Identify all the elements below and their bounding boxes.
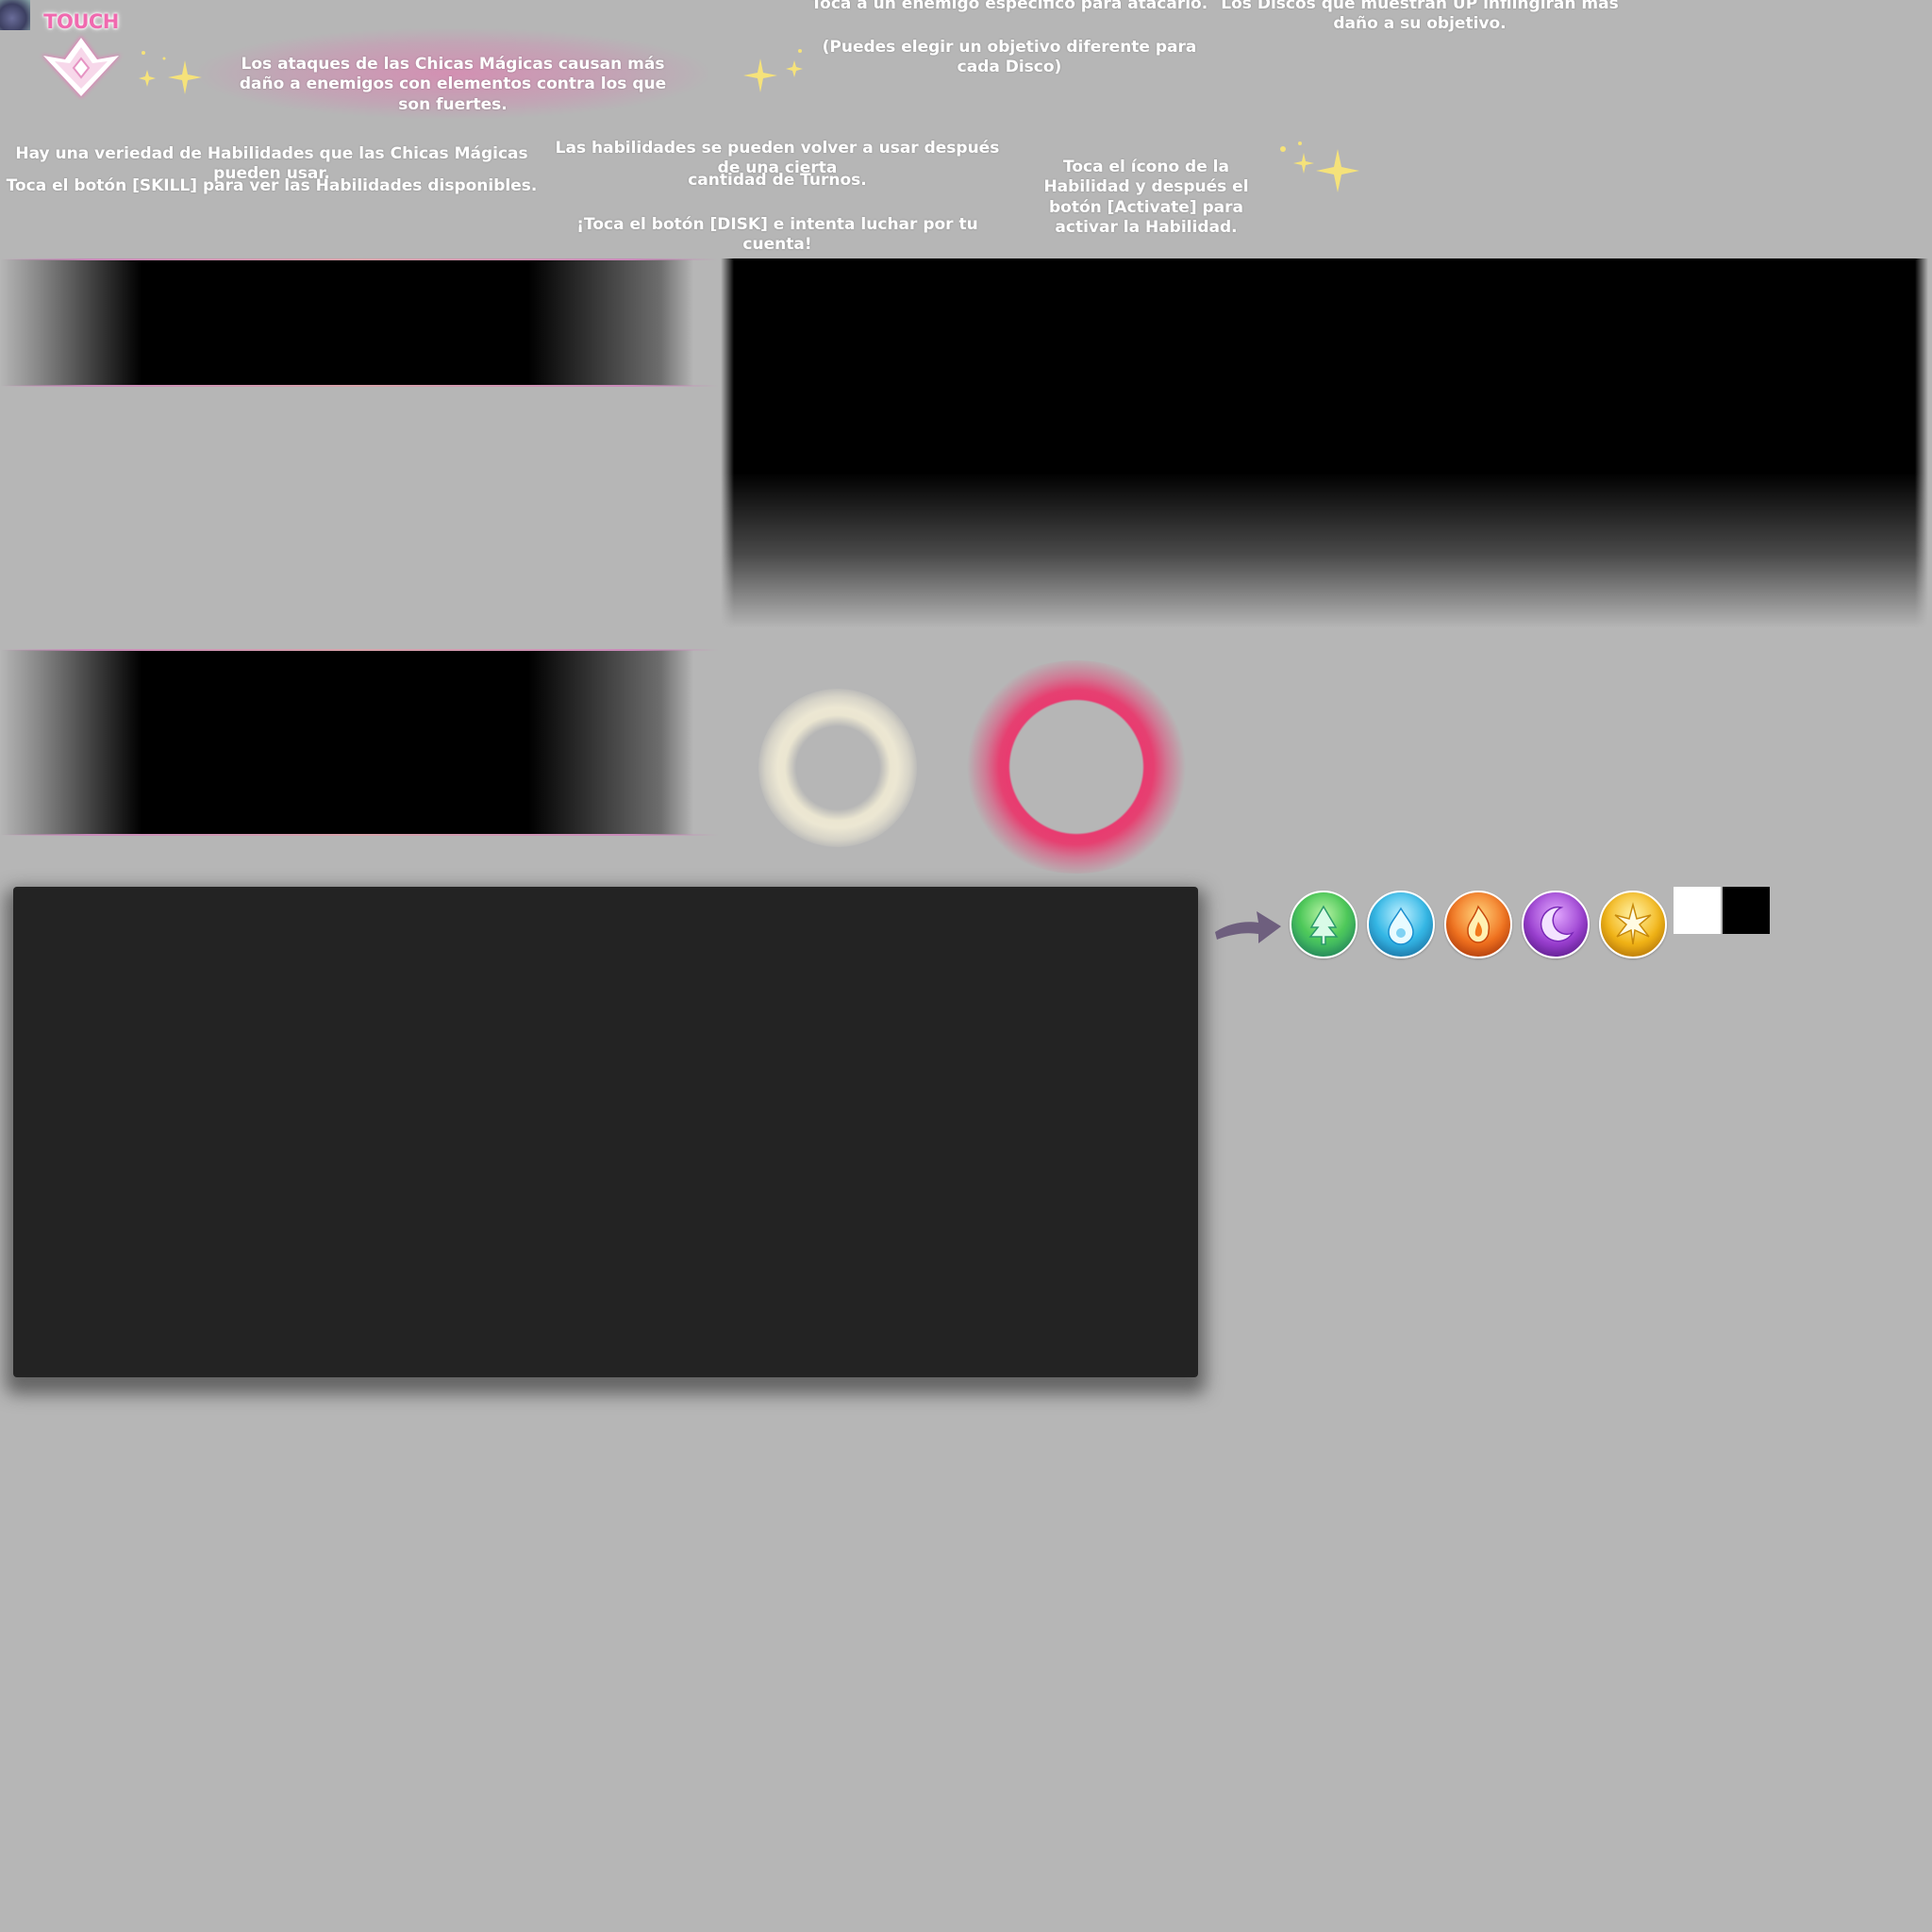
tip-skills-cooldown-2: cantidad de Turnos. [688,171,867,190]
tip-element-damage: Los ataques de las Chicas Mágicas causan… [239,55,667,114]
overlay-panel-edge [721,258,1928,628]
message-bar-top [0,258,719,387]
sparkle-icon [743,49,803,92]
sparkle-icon [1280,142,1359,192]
arrow-right-icon [1215,911,1281,943]
tip-disc-up: Los Discos que muestran UP inflingirán m… [1221,0,1619,34]
message-bar-bottom [0,649,719,836]
dark-orb-icon [1522,891,1590,958]
swatch-white [1674,887,1721,934]
water-orb-icon [1367,891,1435,958]
light-orb-icon [1599,891,1667,958]
tip-choose-target: (Puedes elegir un objetivo diferente par… [822,38,1197,77]
dialog-panel-dark [13,887,1198,1377]
tip-activate-skill: Toca el ícono de la Habilidad y después … [1043,158,1249,237]
sparkle-icon [139,51,202,94]
character-thumbnail [0,0,30,30]
swatch-black [1723,887,1770,934]
target-ring-cream [758,689,917,847]
tip-skill-button: Toca el botón [SKILL] para ver las Habil… [6,176,538,195]
fire-orb-icon [1444,891,1512,958]
tip-tap-enemy: Toca a un enemigo específico para atacar… [810,0,1208,13]
touch-emblem-icon [42,36,121,98]
forest-orb-icon [1290,891,1357,958]
tip-disk-button: ¡Toca el botón [DISK] e intenta luchar p… [576,215,978,255]
target-ring-red [955,660,1198,874]
